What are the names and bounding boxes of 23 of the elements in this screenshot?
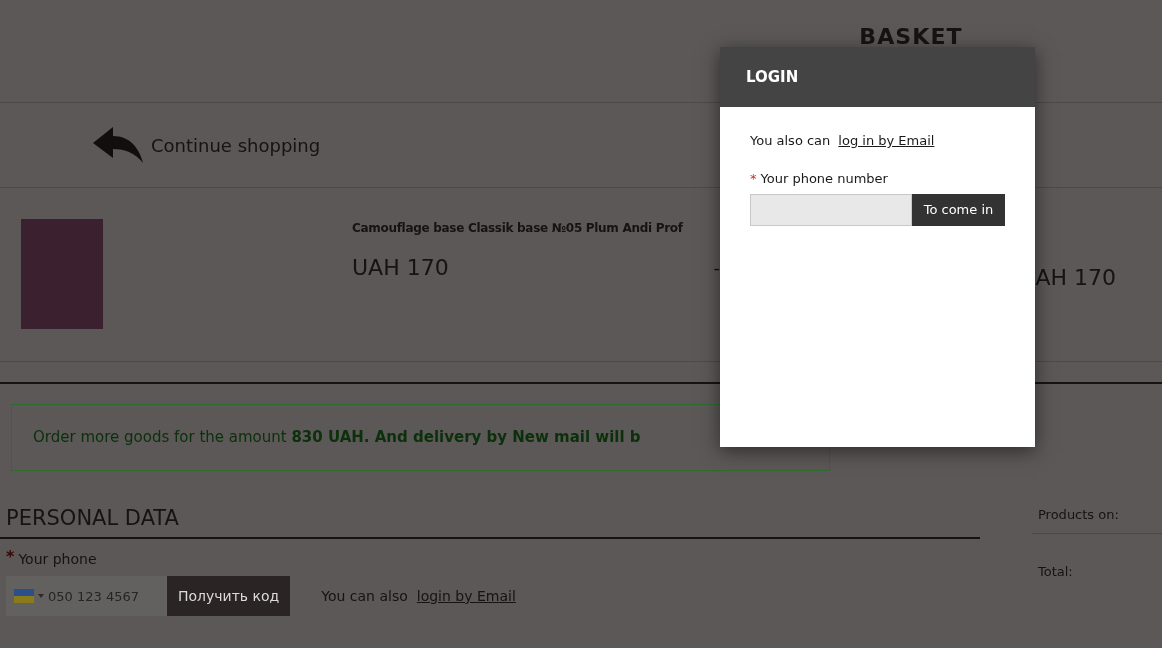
back-arrow-icon: [93, 127, 143, 163]
dialog-title: LOGIN: [746, 66, 799, 88]
product-name: Camouflage base Classik base №05 Plum Andi Prof: [352, 220, 684, 237]
alt-login-text: You can also: [321, 586, 408, 606]
phone-input[interactable]: [750, 194, 912, 226]
summary-label: Products on:: [1032, 505, 1162, 534]
required-mark: *: [750, 169, 757, 188]
alt-login-text: You also can: [750, 132, 831, 150]
field-label: Your phone: [18, 550, 97, 570]
email-login-link[interactable]: log in by Email: [838, 131, 935, 151]
product-total: AH 170: [1035, 264, 1116, 292]
flag-icon: [14, 589, 44, 604]
field-label: Your phone number: [760, 169, 888, 188]
get-code-button[interactable]: Получить код: [167, 576, 291, 617]
section-heading: PERSONAL DATA: [0, 505, 980, 540]
country-selector[interactable]: [6, 576, 44, 617]
page-title: BASKET: [859, 26, 963, 48]
product-price: UAH 170: [352, 254, 449, 282]
submit-button[interactable]: To come in: [912, 194, 1005, 226]
required-mark: *: [6, 549, 15, 569]
summary-label: Total:: [1037, 562, 1074, 581]
delivery-notice: Order more goods for the amount 830 UAH. And delivery by New mail will b: [11, 404, 830, 471]
phone-input[interactable]: 050 123 4567: [44, 576, 167, 617]
